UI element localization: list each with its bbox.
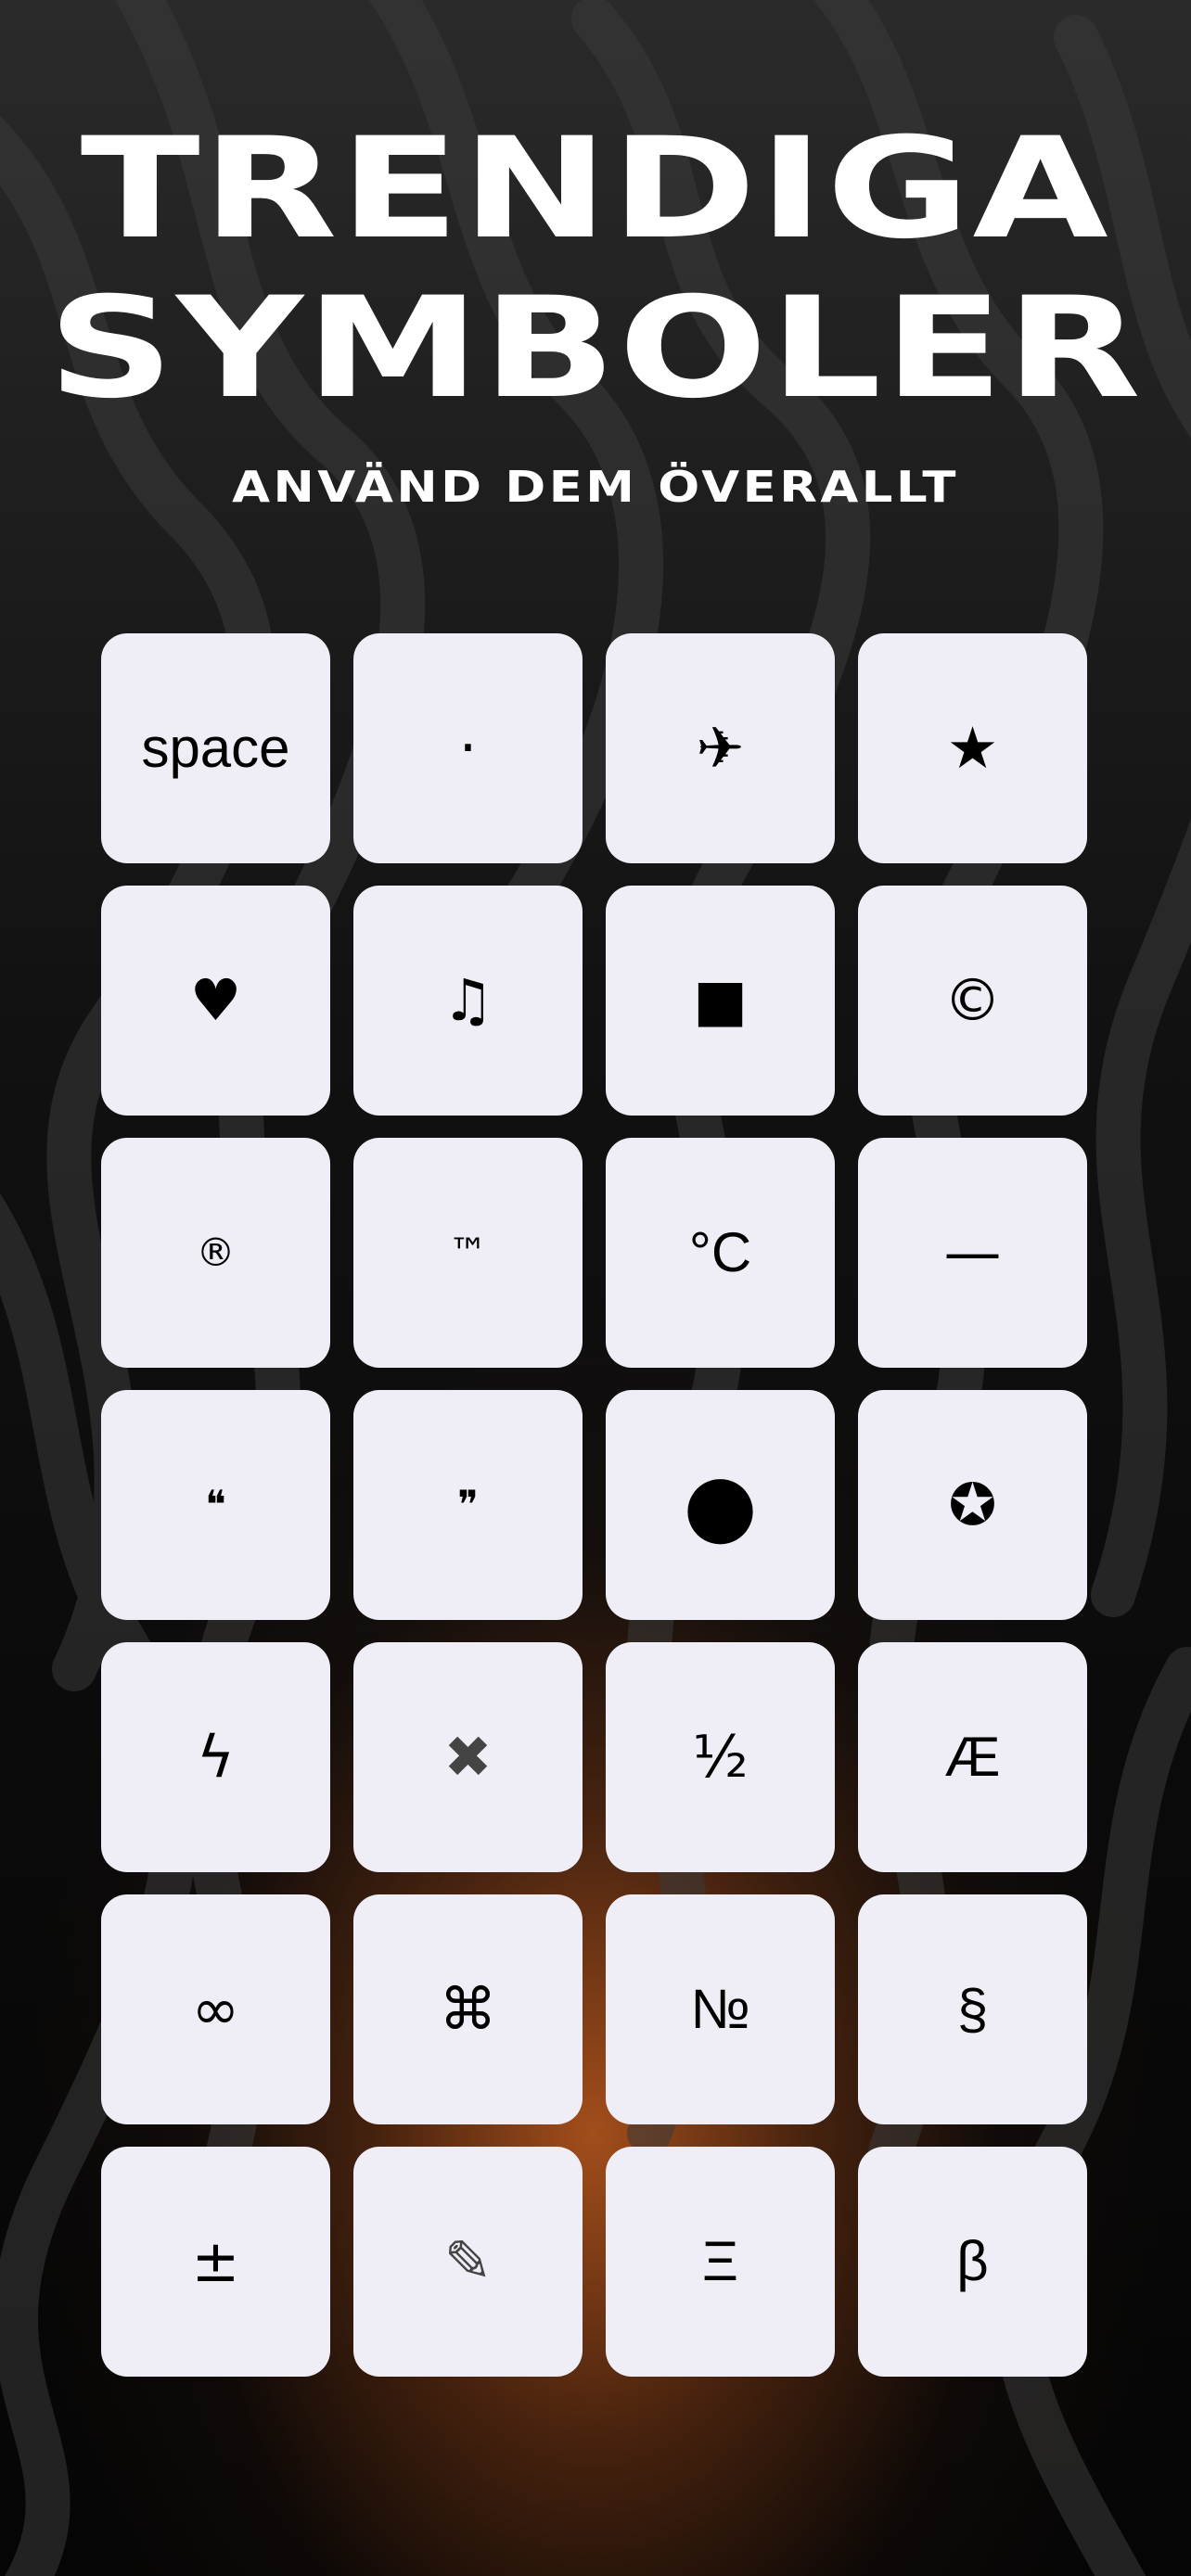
- symbol-glyph: β: [956, 2230, 989, 2292]
- symbol-key-plus-minus[interactable]: ±: [101, 2147, 330, 2377]
- symbol-key-degree-celsius[interactable]: °C: [606, 1138, 835, 1368]
- symbol-glyph: ±: [191, 2227, 240, 2295]
- symbol-key-one-half[interactable]: ½: [606, 1642, 835, 1872]
- music-notes-icon: ♫: [442, 966, 494, 1034]
- symbol-key-heavy-x[interactable]: ✖: [353, 1642, 583, 1872]
- symbol-glyph: ·: [458, 714, 478, 782]
- symbol-key-black-circle[interactable]: ●: [606, 1390, 835, 1620]
- symbol-key-xi[interactable]: Ξ: [606, 2147, 835, 2377]
- symbol-key-music-notes[interactable]: ♫: [353, 886, 583, 1116]
- symbol-key-black-square[interactable]: ■: [606, 886, 835, 1116]
- symbol-glyph: ™: [448, 1230, 488, 1275]
- symbol-glyph: ½: [692, 1723, 749, 1791]
- symbol-key-circled-star[interactable]: ✪: [858, 1390, 1087, 1620]
- page-title-line-1: TRENDIGA: [80, 108, 1111, 270]
- symbol-glyph: space: [141, 717, 290, 779]
- symbol-key-star[interactable]: ★: [858, 633, 1087, 863]
- symbol-key-copyright[interactable]: ©: [858, 886, 1087, 1116]
- close-icon: ✖: [443, 1723, 493, 1791]
- circle-icon: ●: [683, 1455, 758, 1554]
- symbol-key-numero[interactable]: №: [606, 1894, 835, 2124]
- symbol-glyph: ©: [943, 966, 1002, 1034]
- airplane-icon: ✈: [696, 714, 745, 782]
- heart-icon: ♥: [189, 966, 242, 1034]
- symbol-key-open-quote[interactable]: ❝: [101, 1390, 330, 1620]
- square-icon: ■: [693, 966, 748, 1034]
- page-header: TRENDIGA SYMBOLER ANVÄND DEM ÖVERALLT: [0, 109, 1191, 512]
- symbol-glyph: №: [690, 1978, 750, 2040]
- page-subtitle: ANVÄND DEM ÖVERALLT: [232, 462, 959, 512]
- infinity-icon: ∞: [191, 1975, 240, 2043]
- star-icon: ★: [946, 714, 999, 782]
- symbol-key-trademark[interactable]: ™: [353, 1138, 583, 1368]
- symbol-key-lightning[interactable]: ϟ: [101, 1642, 330, 1872]
- symbol-key-heart[interactable]: ♥: [101, 886, 330, 1116]
- symbol-glyph: §: [956, 1978, 989, 2040]
- symbol-key-registered[interactable]: ®: [101, 1138, 330, 1368]
- symbol-key-beta[interactable]: β: [858, 2147, 1087, 2377]
- command-icon: ⌘: [439, 1975, 497, 2043]
- symbol-glyph: ®: [196, 1230, 236, 1275]
- symbol-key-space[interactable]: space: [101, 633, 330, 863]
- pencil-icon: ✎: [443, 2227, 493, 2295]
- symbol-grid: space · ✈ ★ ♥ ♫ ■ © ® ™ °C — ❝ ❞ ● ✪ ϟ ✖…: [101, 633, 1089, 2377]
- symbol-key-command[interactable]: ⌘: [353, 1894, 583, 2124]
- symbol-key-section[interactable]: §: [858, 1894, 1087, 2124]
- symbol-glyph: Ξ: [702, 2230, 738, 2292]
- lightning-icon: ϟ: [197, 1723, 235, 1791]
- close-quote-icon: ❞: [457, 1482, 479, 1527]
- symbol-glyph: —: [943, 1218, 1002, 1286]
- page-title-line-2: SYMBOLER: [47, 268, 1144, 429]
- symbol-glyph: °C: [688, 1221, 752, 1283]
- symbol-key-infinity[interactable]: ∞: [101, 1894, 330, 2124]
- symbol-key-middle-dot[interactable]: ·: [353, 633, 583, 863]
- symbol-key-airplane[interactable]: ✈: [606, 633, 835, 863]
- circled-star-icon: ✪: [948, 1471, 997, 1538]
- symbol-glyph: Æ: [944, 1726, 1001, 1788]
- symbol-key-close-quote[interactable]: ❞: [353, 1390, 583, 1620]
- open-quote-icon: ❝: [205, 1482, 226, 1527]
- symbol-key-pencil[interactable]: ✎: [353, 2147, 583, 2377]
- symbol-key-em-dash[interactable]: —: [858, 1138, 1087, 1368]
- symbol-key-ae-ligature[interactable]: Æ: [858, 1642, 1087, 1872]
